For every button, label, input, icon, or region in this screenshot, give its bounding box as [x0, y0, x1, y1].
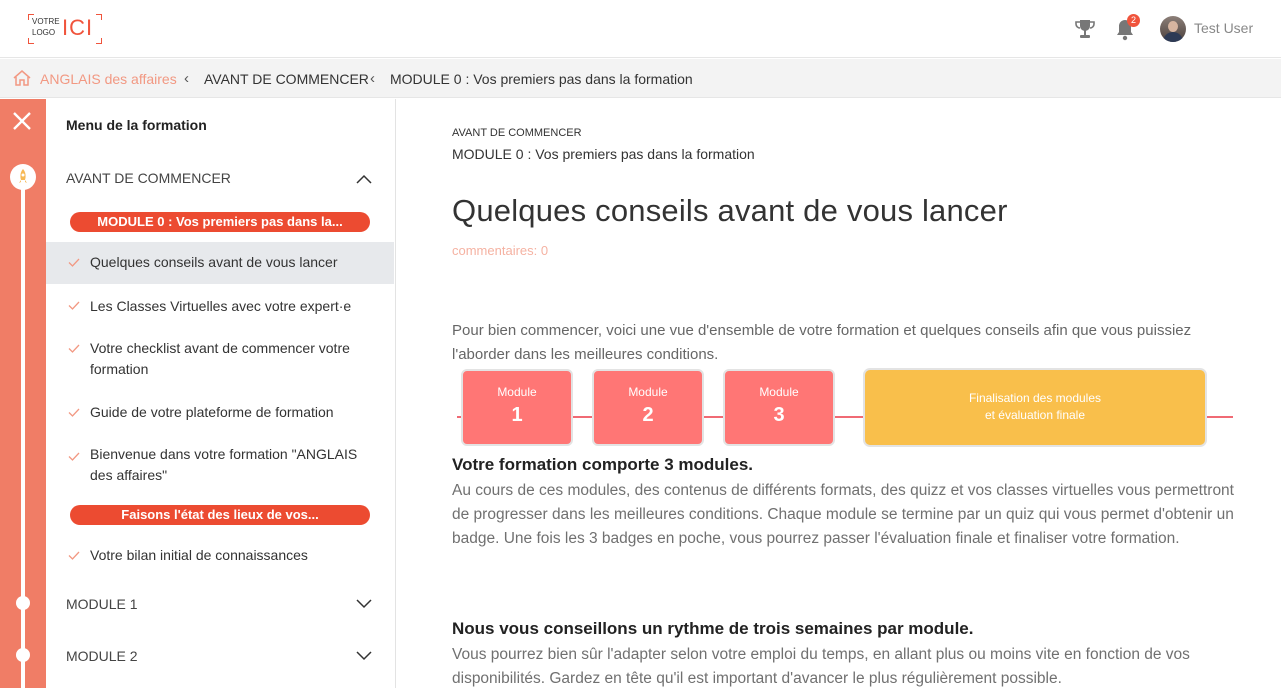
chevron-left-icon: ‹: [184, 70, 189, 87]
section-text-rythme: Vous pourrez bien sûr l'adapter selon vo…: [452, 646, 1190, 687]
check-icon: [68, 258, 80, 267]
section-avant-de-commencer[interactable]: AVANT DE COMMENCER: [66, 170, 231, 186]
lesson-label: Votre checklist avant de commencer votre…: [90, 340, 350, 377]
lesson-item[interactable]: Guide de votre plateforme de formation: [46, 392, 394, 434]
menu-title: Menu de la formation: [66, 117, 207, 133]
section-heading-rythme: Nous vous conseillons un rythme de trois…: [452, 619, 974, 638]
check-icon: [68, 301, 80, 310]
avatar[interactable]: [1160, 16, 1186, 42]
section-module-1[interactable]: MODULE 1: [66, 596, 138, 612]
module-label: Module: [497, 385, 537, 399]
check-icon: [68, 551, 80, 560]
lesson-item-active[interactable]: Quelques conseils avant de vous lancer: [46, 242, 394, 284]
check-icon: [68, 408, 80, 417]
module-number: 1: [511, 404, 523, 426]
module-label: Module: [628, 385, 668, 399]
final-label-line2: et évaluation finale: [984, 408, 1086, 422]
logo-text-votre: VOTRE: [32, 17, 60, 26]
section-heading-modules: Votre formation comporte 3 modules.: [452, 455, 754, 474]
close-icon[interactable]: [9, 108, 35, 134]
comments-link[interactable]: commentaires: 0: [452, 243, 548, 258]
lesson-item[interactable]: Votre checklist avant de commencer votre…: [46, 328, 394, 390]
lesson-content: AVANT DE COMMENCER MODULE 0 : Vos premie…: [397, 99, 1281, 688]
breadcrumb-link-course[interactable]: ANGLAIS des affaires: [40, 71, 177, 87]
chevron-left-icon: ‹: [370, 70, 375, 87]
notification-badge: 2: [1127, 14, 1140, 27]
timeline-final-evaluation: Finalisation des modules et évaluation f…: [863, 368, 1207, 447]
user-name[interactable]: Test User: [1194, 20, 1253, 36]
top-header: VOTRE LOGO ICI 2 Test User: [0, 0, 1281, 58]
module-kicker: MODULE 0 : Vos premiers pas dans la form…: [452, 146, 755, 162]
section-module-2[interactable]: MODULE 2: [66, 648, 138, 664]
breadcrumb: ANGLAIS des affaires ‹ AVANT DE COMMENCE…: [0, 59, 1281, 98]
avatar-body: [1163, 32, 1183, 42]
logo-corner: [96, 38, 102, 44]
course-menu: Menu de la formation AVANT DE COMMENCER …: [46, 99, 396, 688]
check-icon: [68, 452, 80, 461]
home-icon[interactable]: [12, 69, 32, 87]
chevron-down-icon[interactable]: [356, 651, 372, 661]
lesson-label: Guide de votre plateforme de formation: [90, 404, 334, 420]
brand-logo[interactable]: VOTRE LOGO ICI: [28, 14, 102, 44]
page-title: Quelques conseils avant de vous lancer: [452, 193, 1008, 228]
module-number: 2: [642, 404, 654, 426]
trophy-icon[interactable]: [1074, 18, 1096, 40]
section-kicker: AVANT DE COMMENCER: [452, 127, 582, 139]
timeline-module-2: Module 2: [592, 369, 704, 446]
logo-text-ici: ICI: [62, 15, 94, 40]
check-icon: [68, 344, 80, 353]
lesson-item[interactable]: Bienvenue dans votre formation "ANGLAIS …: [46, 435, 394, 497]
progress-line: [21, 189, 25, 688]
final-label-line1: Finalisation des modules: [968, 391, 1102, 405]
lesson-item[interactable]: Votre bilan initial de connaissances: [46, 535, 394, 577]
module-label: Module: [759, 385, 799, 399]
lesson-label: Les Classes Virtuelles avec votre expert…: [90, 298, 352, 314]
module-pill-etat-des-lieux[interactable]: Faisons l'état des lieux de vos...: [70, 505, 370, 525]
lesson-label: Bienvenue dans votre formation "ANGLAIS …: [90, 446, 358, 483]
chevron-up-icon[interactable]: [356, 174, 372, 184]
progress-dot: [16, 648, 30, 662]
lesson-label: Votre bilan initial de connaissances: [90, 547, 308, 563]
lesson-label: Quelques conseils avant de vous lancer: [90, 254, 338, 270]
section-text-modules: Au cours de ces modules, des contenus de…: [452, 482, 1234, 547]
logo-text-logo: LOGO: [32, 28, 56, 37]
module-pill-module-0[interactable]: MODULE 0 : Vos premiers pas dans la...: [70, 212, 370, 232]
logo-corner: [28, 38, 34, 44]
progress-rail: [0, 99, 46, 688]
lesson-item[interactable]: Les Classes Virtuelles avec votre expert…: [46, 285, 394, 327]
logo-corner: [96, 14, 102, 20]
timeline-module-3: Module 3: [723, 369, 835, 446]
breadcrumb-link-section[interactable]: AVANT DE COMMENCER: [204, 71, 369, 87]
course-timeline: Module 1 Module 2 Module 3 Finalisation …: [457, 368, 1233, 448]
breadcrumb-current: MODULE 0 : Vos premiers pas dans la form…: [390, 71, 693, 87]
rocket-icon: [10, 164, 36, 190]
progress-dot: [16, 596, 30, 610]
module-number: 3: [773, 404, 785, 426]
avatar-face: [1168, 21, 1178, 32]
timeline-module-1: Module 1: [461, 369, 573, 446]
intro-paragraph: Pour bien commencer, voici une vue d'ens…: [452, 322, 1192, 363]
chevron-down-icon[interactable]: [356, 599, 372, 609]
